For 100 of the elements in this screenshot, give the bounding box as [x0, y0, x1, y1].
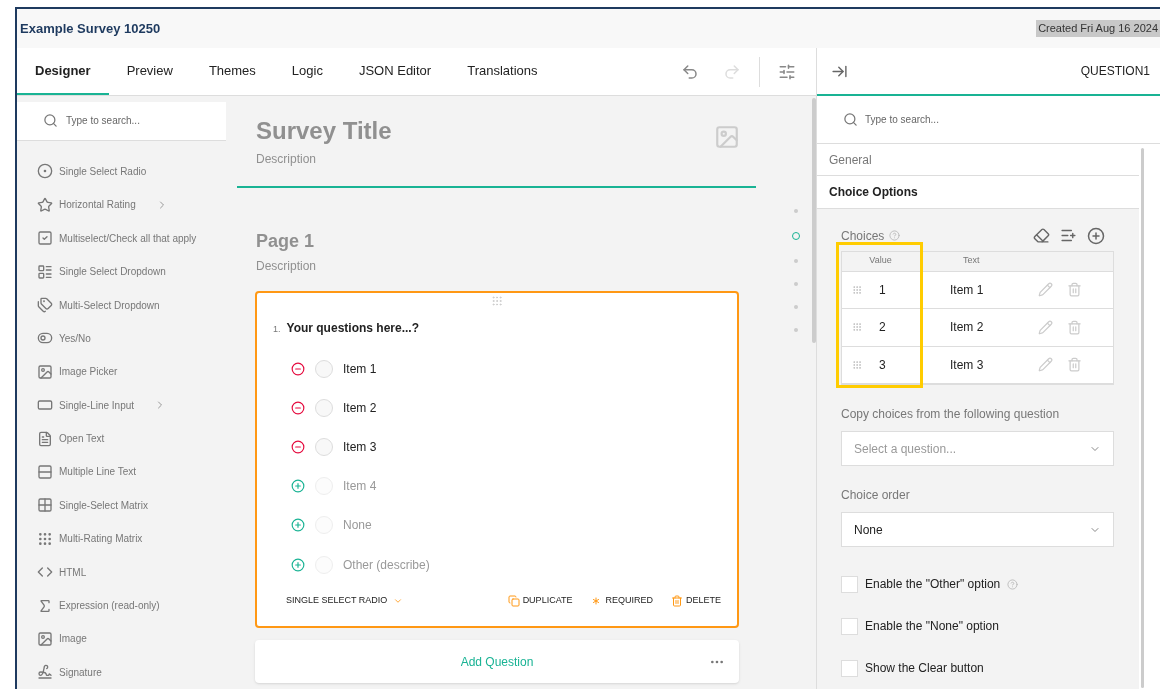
help-icon[interactable] — [889, 230, 901, 241]
radio-icon — [37, 163, 53, 180]
column-header: Text — [963, 254, 980, 268]
designer-tab[interactable]: Preview — [108, 48, 191, 95]
drag-handle-icon[interactable] — [852, 358, 862, 371]
tags-icon — [37, 297, 53, 313]
order-label: Choice order — [841, 487, 911, 504]
trash-icon[interactable] — [1067, 319, 1082, 335]
remove-icon[interactable] — [291, 400, 305, 415]
toolbox-item[interactable]: Multiselect/Check all that apply — [37, 221, 197, 255]
add-icon[interactable] — [291, 479, 305, 494]
toolbox-item[interactable]: Horizontal Rating — [37, 188, 168, 222]
toolbox-item[interactable]: Yes/No — [37, 321, 91, 356]
question-type-dropdown[interactable]: SINGLE SELECT RADIO — [286, 594, 404, 608]
question-action[interactable]: DELETE — [671, 594, 721, 608]
list-edit-icon[interactable] — [1060, 227, 1077, 244]
checkbox-icon — [37, 230, 53, 247]
pencil-icon[interactable] — [1038, 357, 1053, 373]
toolbox-item[interactable]: HTML — [37, 555, 87, 589]
trash-icon[interactable] — [1067, 357, 1082, 373]
add-question-link[interactable]: Add Question — [460, 652, 534, 671]
pencil-icon[interactable] — [1038, 319, 1053, 335]
text-icon — [37, 430, 53, 447]
choice-label[interactable]: Item 2 — [343, 398, 377, 417]
toolbox-item[interactable]: Open Text — [37, 421, 105, 456]
value-cell[interactable]: 3 — [862, 355, 950, 374]
image-icon[interactable] — [714, 124, 740, 150]
question-action[interactable]: REQUIRED — [590, 594, 653, 608]
created-date: Created Fri Aug 16 2024 — [1036, 20, 1160, 37]
designer-tab[interactable]: Translations — [449, 48, 556, 95]
column-header: Value — [868, 254, 893, 268]
page-title[interactable]: Page 1 — [256, 228, 810, 255]
image-icon — [37, 363, 53, 380]
drag-handle-icon[interactable] — [491, 295, 503, 307]
search-field[interactable]: Type to search... — [865, 112, 1005, 127]
toolbox-item[interactable]: Multi-Select Dropdown — [37, 288, 160, 322]
search-box[interactable]: Type to search... — [17, 102, 226, 141]
choice-label[interactable]: Item 1 — [343, 359, 377, 378]
grid-icon — [37, 497, 53, 514]
choice-label[interactable]: Item 3 — [343, 437, 377, 456]
star-icon — [37, 196, 53, 213]
list-icon — [37, 263, 53, 280]
checkbox-option[interactable]: Enable the "None" option — [841, 605, 999, 647]
add-icon[interactable] — [1087, 226, 1105, 245]
value-cell[interactable]: 1 — [862, 280, 950, 299]
question-select[interactable]: Select a question... — [841, 431, 1114, 466]
dots-grid-icon — [37, 530, 53, 547]
checkbox[interactable] — [841, 575, 858, 593]
add-question-bar[interactable]: Add Question — [255, 640, 739, 683]
designer-tab[interactable]: JSON Editor — [340, 48, 450, 95]
choice-label[interactable]: None — [343, 516, 372, 535]
trash-icon — [671, 594, 683, 607]
trash-icon[interactable] — [1067, 282, 1082, 298]
image-icon — [37, 630, 53, 647]
text-cell[interactable]: Item 3 — [950, 355, 1038, 374]
question-number: 1. — [273, 323, 281, 336]
toolbox-item[interactable]: Expression (read-only) — [37, 588, 160, 623]
toolbox-item[interactable]: Single-Select Matrix — [37, 488, 148, 523]
toolbox-item[interactable]: Multiple Line Text — [37, 455, 137, 489]
toolbox-item[interactable]: Single Select Dropdown — [37, 254, 166, 289]
help-icon[interactable] — [1007, 578, 1019, 590]
add-icon[interactable] — [291, 557, 305, 572]
toolbox-item[interactable]: Image Picker — [37, 355, 118, 389]
add-icon[interactable] — [291, 518, 305, 533]
survey-description[interactable]: Description — [256, 150, 392, 168]
checkbox[interactable] — [841, 617, 858, 635]
designer-tab[interactable]: Themes — [190, 48, 274, 95]
page-description[interactable]: Description — [256, 257, 810, 275]
text-cell[interactable]: Item 1 — [950, 280, 1038, 299]
value-cell[interactable]: 2 — [862, 318, 950, 337]
pencil-icon[interactable] — [1038, 282, 1053, 298]
drag-handle-icon[interactable] — [852, 321, 862, 334]
search-field[interactable]: Type to search... — [66, 113, 206, 129]
checkbox-option[interactable]: Show the Clear button — [841, 647, 984, 689]
question-action[interactable]: DUPLICATE — [507, 594, 573, 608]
order-select[interactable]: None — [841, 512, 1114, 547]
question-title[interactable]: Your questions here...? — [286, 319, 419, 337]
toolbox-item[interactable]: Multi-Rating Matrix — [37, 522, 143, 556]
undo-icon[interactable] — [681, 62, 699, 81]
question-card[interactable]: 1. Your questions here...? Item 1 Item 2 Item 3 Item 4 None Other (describe) SINGLE SELECT RADIO DUPLICATE REQUIRED DELETE — [255, 291, 739, 628]
remove-icon[interactable] — [291, 361, 305, 376]
survey-name: Example Survey 10250 — [20, 19, 161, 38]
choice-label[interactable]: Item 4 — [343, 477, 377, 496]
choice-label[interactable]: Other (describe) — [343, 555, 430, 574]
remove-icon[interactable] — [291, 439, 305, 454]
survey-title[interactable]: Survey Title — [256, 116, 392, 146]
checkbox[interactable] — [841, 659, 858, 677]
toolbox-item[interactable]: Signature — [37, 655, 102, 689]
toolbox-item[interactable]: Image — [37, 622, 87, 656]
select-placeholder: Select a question... — [854, 440, 957, 458]
toolbox-item[interactable]: Single-Line Input — [37, 388, 167, 422]
checkbox-option[interactable]: Enable the "Other" option — [841, 563, 1019, 605]
text-cell[interactable]: Item 2 — [950, 318, 1038, 337]
designer-tab[interactable]: Logic — [273, 48, 341, 95]
settings-icon[interactable] — [778, 62, 796, 81]
drag-handle-icon[interactable] — [852, 283, 862, 296]
toolbox-item[interactable]: Single Select Radio — [37, 154, 147, 189]
search-icon — [843, 112, 858, 127]
rows-icon — [37, 463, 53, 480]
eraser-icon[interactable] — [1033, 227, 1050, 244]
